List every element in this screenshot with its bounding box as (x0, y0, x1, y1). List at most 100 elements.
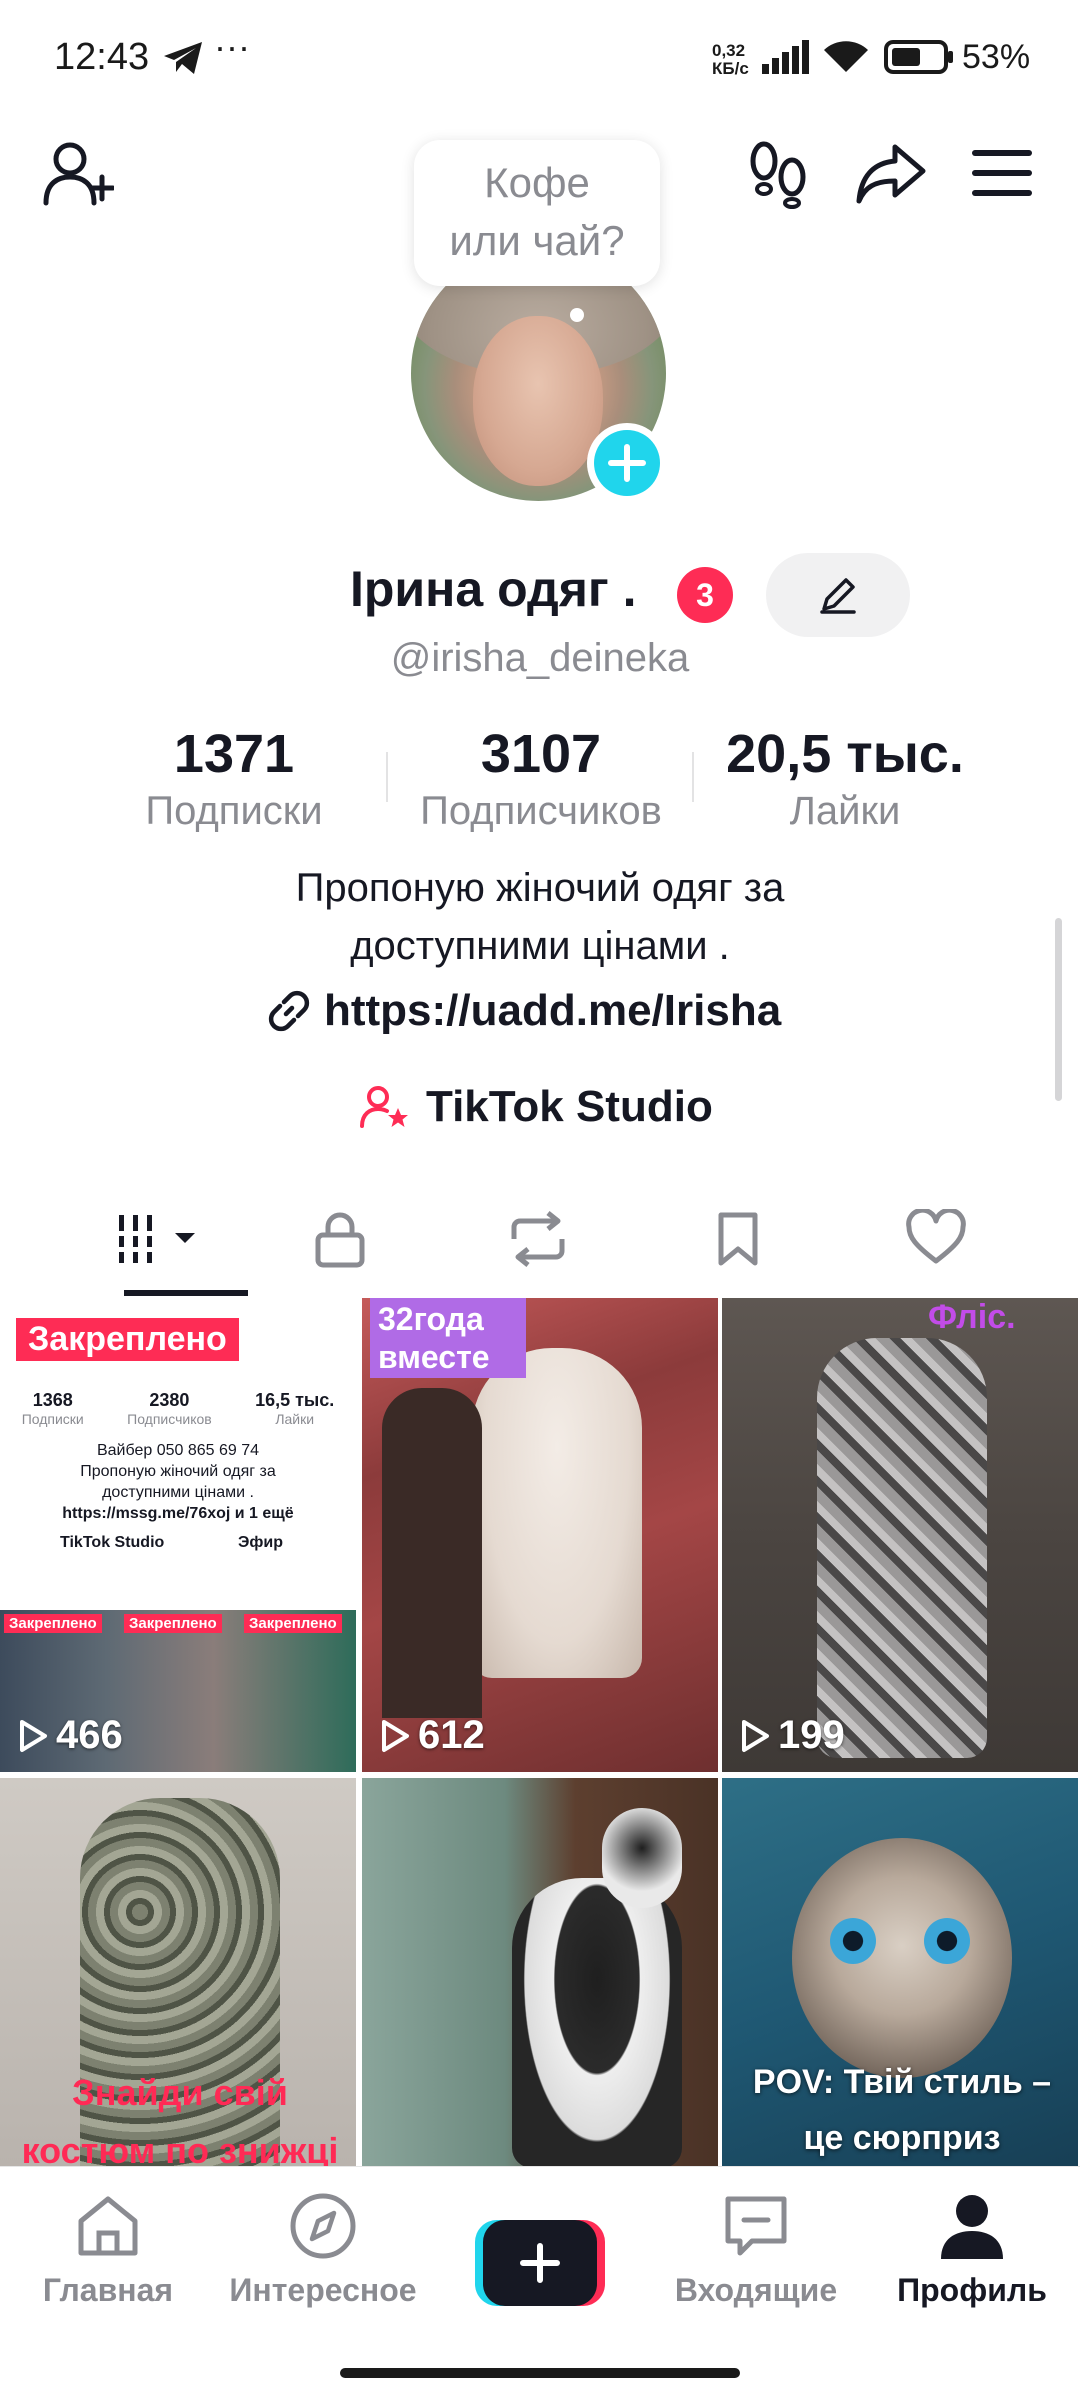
video-thumbnail[interactable]: Фліс. 199 (722, 1298, 1078, 1772)
thumbnail-figure (472, 1348, 642, 1678)
stat-divider (692, 752, 694, 802)
thumbnail-figure (382, 1388, 482, 1718)
active-tab-indicator (124, 1290, 248, 1296)
lock-icon (315, 1212, 365, 1268)
view-count-value: 199 (778, 1713, 845, 1757)
view-count: 199 (740, 1713, 845, 1758)
create-video-button[interactable] (475, 2220, 605, 2306)
preview-line: доступними цінами . (102, 1484, 254, 1501)
battery-icon (884, 40, 953, 74)
thumbnail-figure (792, 1838, 1012, 2078)
telegram-icon (164, 42, 202, 74)
bio-line-1: Пропоную жіночий одяг за (295, 866, 785, 910)
nav-discover[interactable]: Интересное (218, 2186, 428, 2309)
tiktok-studio-link[interactable]: TikTok Studio (360, 1082, 713, 1132)
tab-reposts[interactable] (493, 1194, 583, 1284)
followers-label: Подписчиков (420, 789, 662, 833)
edit-profile-button[interactable] (766, 553, 910, 637)
video-thumbnail[interactable]: 32года вместе 612 (362, 1298, 718, 1772)
preview-pinned: Закреплено (124, 1614, 222, 1633)
creator-star-icon (360, 1086, 408, 1128)
preview-stat-label: Подписки (21, 1411, 84, 1427)
nav-profile-label: Профиль (897, 2272, 1047, 2308)
preview-link: https://mssg.me/76xoj и 1 ещё (62, 1505, 294, 1522)
pinned-label: Закреплено (16, 1318, 239, 1361)
preview-stat-label: Лайки (275, 1411, 315, 1427)
play-icon (382, 1719, 409, 1752)
following-label: Подписки (145, 789, 323, 833)
followers-stat[interactable]: 3107 Подписчиков (416, 722, 666, 836)
profile-username: @irisha_deineka (390, 636, 690, 680)
link-icon (268, 990, 310, 1032)
bookmark-icon (718, 1212, 758, 1266)
network-speed: 0,32 КБ/с (712, 42, 749, 78)
likes-stat[interactable]: 20,5 тыс. Лайки (720, 722, 970, 836)
bio-line-2: доступними цінами . (350, 924, 730, 968)
following-stat[interactable]: 1371 Подписки (109, 722, 359, 836)
preview-studio: TikTok Studio (60, 1534, 165, 1551)
avatar-photo-face (473, 316, 603, 486)
video-thumbnail[interactable]: Знайди свій костюм по знижці (0, 1778, 356, 2166)
video-caption: Знайди свій костюм по знижці (21, 2072, 339, 2166)
video-caption: Фліс. (928, 1298, 1016, 1336)
video-thumbnail[interactable] (362, 1778, 718, 2166)
pencil-icon (820, 578, 856, 614)
tab-liked[interactable] (891, 1194, 981, 1284)
hamburger-menu-icon (972, 150, 1032, 196)
tab-private[interactable] (295, 1194, 385, 1284)
tab-videos[interactable] (115, 1194, 205, 1284)
share-profile-button[interactable] (846, 128, 936, 218)
preview-stat-value: 2380 (149, 1390, 190, 1410)
preview-stat-value: 16,5 тыс. (255, 1390, 335, 1410)
plus-icon (520, 2243, 560, 2283)
video-thumbnail[interactable]: POV: Твій стиль – це сюрприз (722, 1778, 1078, 2166)
heart-icon (906, 1209, 966, 1264)
preview-pinned: Закреплено (244, 1614, 342, 1633)
compass-icon (290, 2193, 356, 2259)
nav-discover-label: Интересное (229, 2272, 417, 2308)
profile-link[interactable]: https://uadd.me/Irisha (266, 986, 781, 1036)
add-story-button[interactable] (587, 423, 667, 503)
likes-count: 20,5 тыс. (726, 724, 964, 784)
add-friend-button[interactable] (33, 128, 123, 218)
plus-icon (608, 444, 646, 482)
notification-badge: 3 (677, 567, 733, 623)
repost-icon (511, 1211, 565, 1267)
profile-views-button[interactable] (733, 128, 823, 218)
menu-button[interactable] (957, 128, 1047, 218)
play-icon (742, 1719, 769, 1752)
pinned-preview-stats: 1368 Подписки 2380 Подписчиков 16,5 тыс. Ла… (0, 1390, 356, 1427)
add-user-icon (43, 142, 114, 206)
video-caption: 32года вместе (370, 1298, 526, 1378)
scrollbar[interactable] (1055, 918, 1062, 1101)
view-count: 466 (18, 1713, 123, 1758)
thumbnail-figure (817, 1338, 987, 1758)
preview-line: Вайбер 050 865 69 74 (96, 1442, 260, 1459)
video-caption: POV: Твій стиль – це сюрприз (752, 2063, 1052, 2157)
wifi-icon (824, 41, 868, 72)
following-count: 1371 (173, 724, 295, 784)
note-bubble[interactable]: Кофе или чай? (414, 140, 660, 286)
note-bubble-tail (570, 308, 584, 322)
thumbnail-figure (924, 1918, 970, 1964)
stat-divider (386, 752, 388, 802)
note-line-1: Кофе (484, 159, 590, 206)
signal-icon (762, 40, 809, 74)
video-thumbnail[interactable]: Закреплено 1368 Подписки 2380 Подписчиков … (0, 1298, 356, 1772)
gesture-home-bar[interactable] (340, 2368, 740, 2378)
nav-home[interactable]: Главная (3, 2186, 213, 2309)
profile-name: Ірина одяг . (350, 561, 637, 617)
nav-profile[interactable]: Профиль (867, 2186, 1077, 2309)
tab-favorites[interactable] (693, 1194, 783, 1284)
view-count-value: 466 (56, 1713, 123, 1757)
preview-line: Пропоную жіночий одяг за (80, 1463, 276, 1480)
more-notifications-icon: ··· (214, 26, 250, 67)
nav-inbox[interactable]: Входящие (651, 2186, 861, 2309)
battery-percent: 53% (962, 38, 1031, 76)
profile-person-icon (941, 2195, 1003, 2259)
thumbnail-figure (602, 1808, 682, 1908)
view-count-value: 612 (418, 1713, 485, 1757)
play-icon (20, 1719, 47, 1752)
pinned-preview-bio: Вайбер 050 865 69 74 Пропоную жіночий од… (0, 1440, 356, 1524)
tiktok-studio-label: TikTok Studio (426, 1082, 713, 1131)
